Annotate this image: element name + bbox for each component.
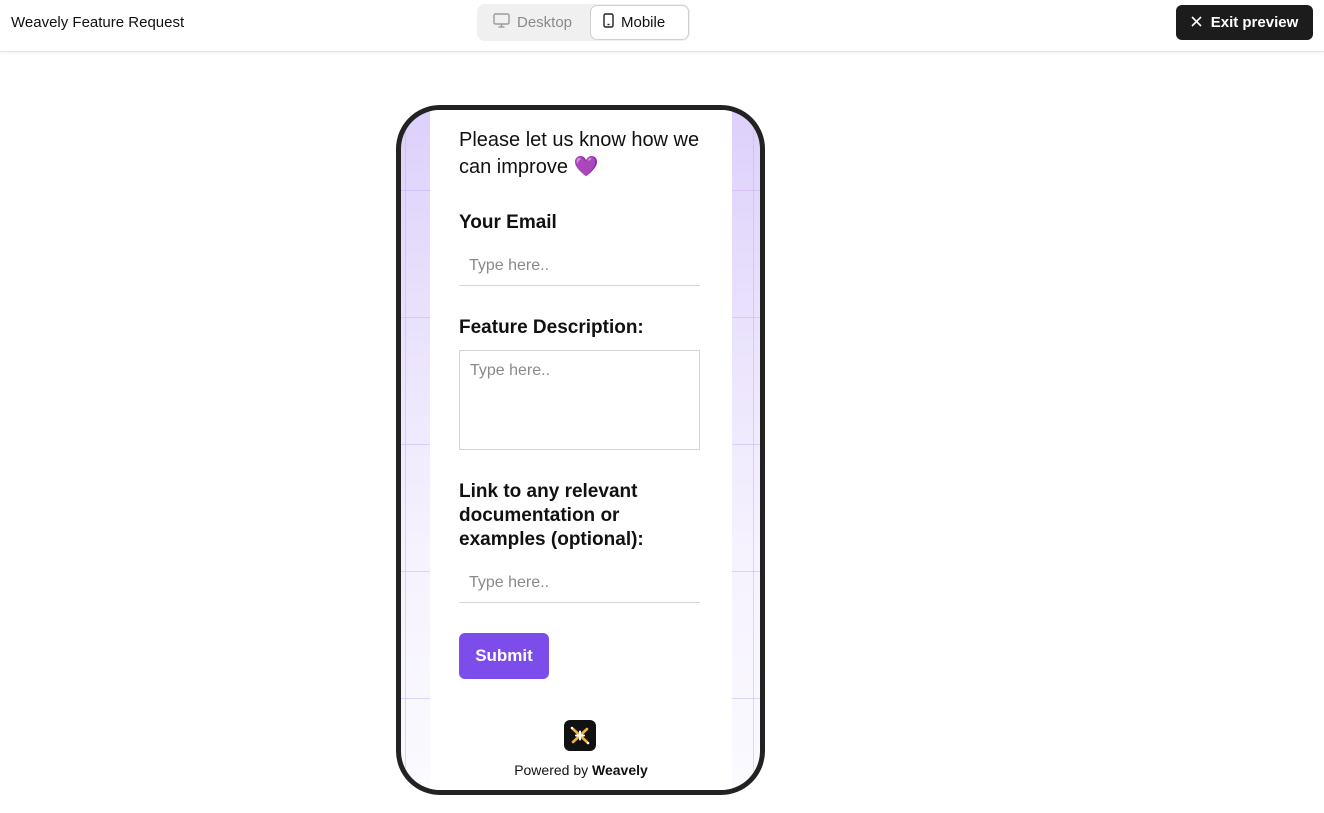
close-icon xyxy=(1191,14,1202,31)
email-input[interactable] xyxy=(459,246,700,286)
desktop-view-label: Desktop xyxy=(517,14,573,31)
powered-by-text: Powered by Weavely xyxy=(430,762,732,778)
email-label: Your Email xyxy=(459,212,557,233)
form-heading: Please let us know how we can improve 💜 xyxy=(459,129,700,178)
mobile-view-label: Mobile xyxy=(621,14,666,31)
preview-topbar: Weavely Feature Request Desktop Mobile E… xyxy=(0,0,1324,52)
smartphone-icon xyxy=(603,13,614,32)
device-toggle: Desktop Mobile xyxy=(477,4,690,41)
form-card: Please let us know how we can improve 💜 … xyxy=(430,110,732,790)
powered-by-brand[interactable]: Weavely xyxy=(592,762,648,778)
feature-description-input[interactable] xyxy=(459,350,700,450)
mobile-device-frame: Please let us know how we can improve 💜 … xyxy=(396,105,765,795)
exit-preview-label: Exit preview xyxy=(1210,14,1299,31)
weavely-logo xyxy=(564,720,596,751)
documentation-link-label: Link to any relevant documentation or ex… xyxy=(459,481,644,550)
documentation-link-input[interactable] xyxy=(459,563,700,603)
powered-by-prefix: Powered by xyxy=(514,762,589,778)
form-title: Weavely Feature Request xyxy=(11,14,185,31)
mobile-view-button[interactable]: Mobile xyxy=(590,5,689,40)
desktop-view-button[interactable]: Desktop xyxy=(481,5,589,40)
monitor-icon xyxy=(493,13,510,32)
exit-preview-button[interactable]: Exit preview xyxy=(1176,5,1313,40)
submit-button[interactable]: Submit xyxy=(459,633,549,679)
feature-description-label: Feature Description: xyxy=(459,317,644,338)
